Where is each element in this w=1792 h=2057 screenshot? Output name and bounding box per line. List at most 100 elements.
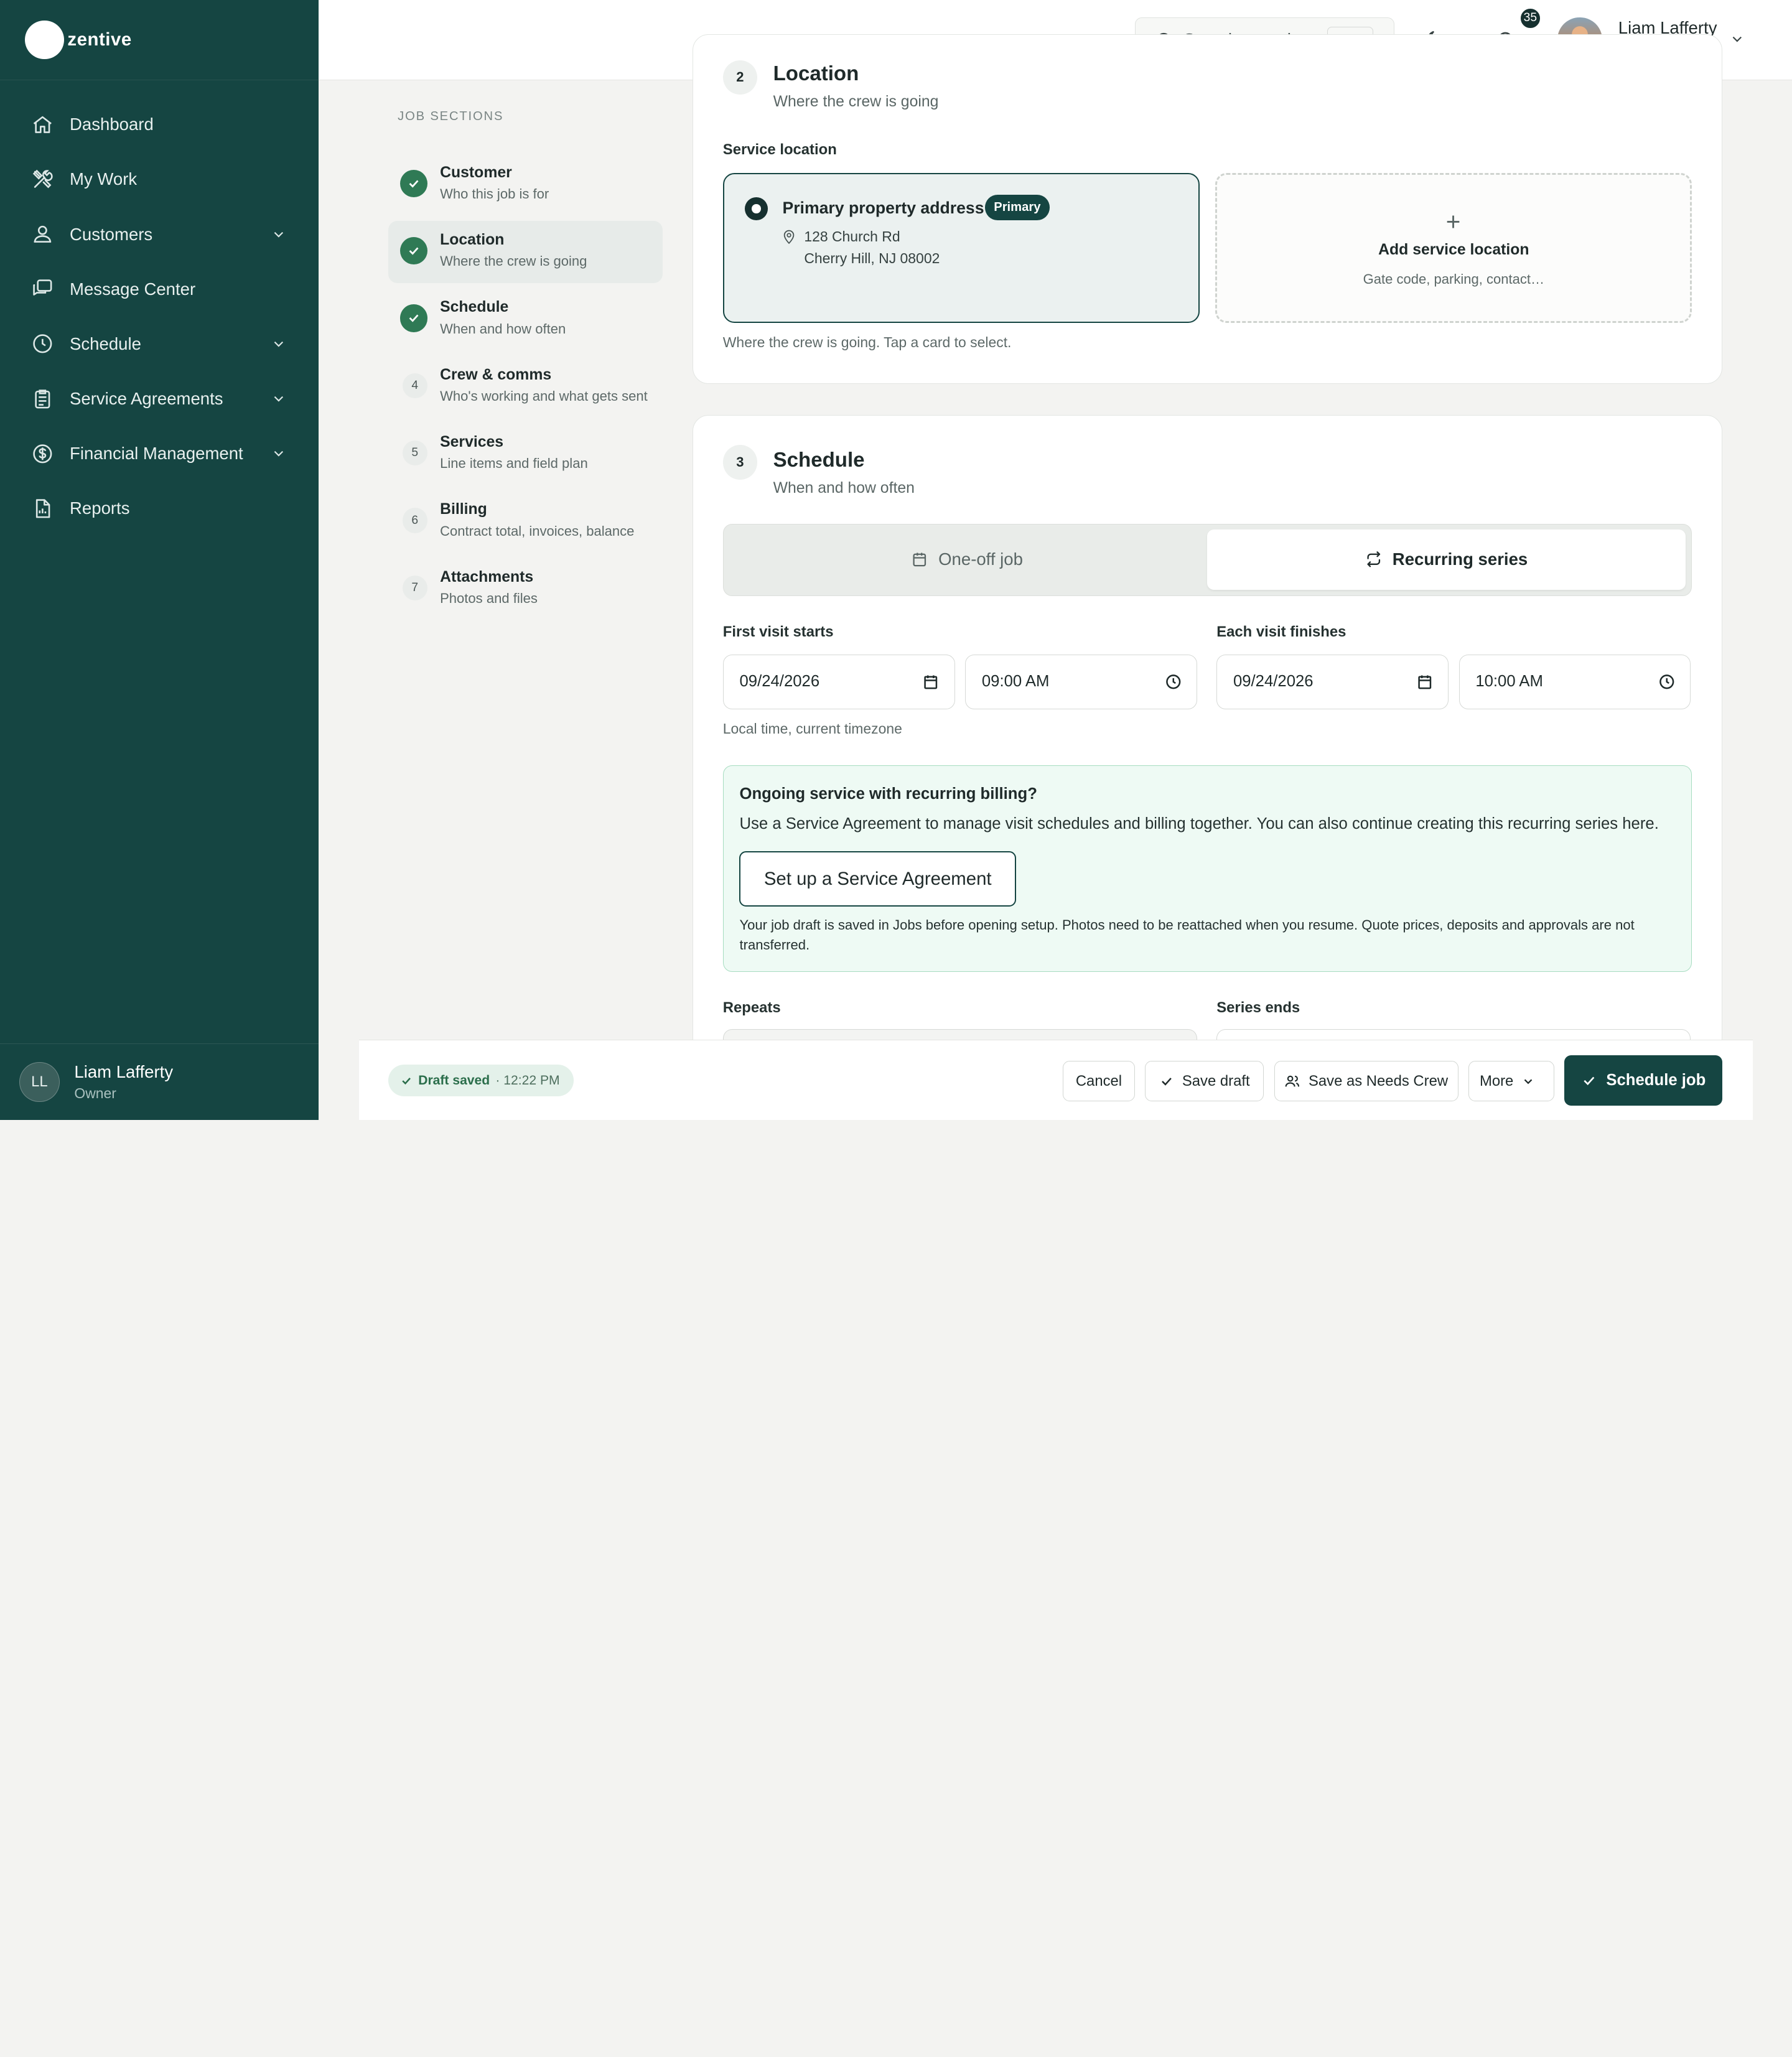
start-date-value: 09/24/2026 bbox=[739, 673, 820, 691]
step-number: 2 bbox=[722, 60, 757, 95]
cancel-button[interactable]: Cancel bbox=[1063, 1061, 1135, 1101]
first-visit-label: First visit starts bbox=[722, 623, 834, 640]
check-circle-icon bbox=[399, 237, 427, 265]
check-icon bbox=[1584, 1076, 1595, 1085]
draft-status-text: Draft saved bbox=[418, 1073, 490, 1088]
section-crew-comms[interactable]: 4 Crew & comms Who's working and what ge… bbox=[388, 356, 663, 417]
section-billing[interactable]: 6 Billing Contract total, invoices, bala… bbox=[388, 491, 663, 553]
tools-icon bbox=[30, 167, 55, 192]
schedule-subtitle: When and how often bbox=[773, 479, 915, 497]
brand-name: zentive bbox=[67, 29, 132, 50]
setup-service-agreement-button[interactable]: Set up a Service Agreement bbox=[739, 851, 1016, 907]
one-off-job-label: One-off job bbox=[938, 549, 1023, 569]
app-root: zentive Dashboard My Work Customers Mess… bbox=[0, 0, 1792, 1120]
check-icon bbox=[1162, 1077, 1172, 1086]
chevron-down-icon[interactable] bbox=[271, 391, 287, 407]
chevron-down-icon[interactable] bbox=[271, 226, 287, 243]
section-subtitle: Where the crew is going bbox=[440, 253, 587, 269]
sidebar-item-my-work[interactable]: My Work bbox=[0, 152, 319, 207]
radio-selected[interactable] bbox=[744, 197, 768, 220]
section-number: 5 bbox=[402, 440, 427, 466]
end-time-input[interactable]: 10:00 AM bbox=[1458, 654, 1691, 709]
primary-badge: Primary bbox=[984, 195, 1050, 220]
end-date-input[interactable]: 09/24/2026 bbox=[1216, 654, 1449, 709]
repeat-icon bbox=[1367, 551, 1380, 567]
section-schedule[interactable]: Schedule When and how often bbox=[388, 289, 663, 350]
draft-time: · 12:22 PM bbox=[495, 1073, 560, 1088]
avatar: LL bbox=[19, 1061, 60, 1103]
chevron-down-icon[interactable] bbox=[271, 336, 287, 352]
start-time-input[interactable]: 09:00 AM bbox=[965, 654, 1197, 709]
section-customer[interactable]: Customer Who this job is for bbox=[388, 154, 663, 215]
section-number: 6 bbox=[402, 508, 427, 533]
clock-icon[interactable] bbox=[1658, 673, 1676, 691]
check-icon bbox=[402, 1077, 411, 1084]
section-subtitle: Line items and field plan bbox=[440, 455, 588, 472]
sidebar-item-dashboard[interactable]: Dashboard bbox=[0, 97, 319, 152]
sidebar-item-message-center[interactable]: Message Center bbox=[0, 262, 319, 317]
schedule-title: Schedule bbox=[773, 448, 865, 472]
calendar-icon bbox=[913, 553, 926, 567]
calendar-icon[interactable] bbox=[922, 673, 940, 691]
schedule-job-button[interactable]: Schedule job bbox=[1564, 1055, 1722, 1106]
timezone-note: Local time, current timezone bbox=[722, 721, 902, 737]
sidebar-nav: Dashboard My Work Customers Message Cent… bbox=[0, 97, 319, 536]
sidebar-item-service-agreements[interactable]: Service Agreements bbox=[0, 371, 319, 426]
add-location-title: Add service location bbox=[1378, 241, 1529, 258]
callout-body: Use a Service Agreement to manage visit … bbox=[739, 814, 1659, 833]
schedule-card: 3 Schedule When and how often One-off jo… bbox=[693, 414, 1722, 1120]
section-location[interactable]: Location Where the crew is going bbox=[388, 221, 663, 283]
section-title: Attachments bbox=[440, 568, 534, 585]
primary-location-option[interactable]: Primary property address Primary 128 Chu… bbox=[722, 173, 1200, 323]
section-title: Schedule bbox=[440, 299, 509, 316]
more-button[interactable]: More bbox=[1468, 1061, 1554, 1101]
section-services[interactable]: 5 Services Line items and field plan bbox=[388, 423, 663, 485]
start-date-input[interactable]: 09/24/2026 bbox=[722, 654, 955, 709]
clock-icon bbox=[30, 332, 55, 357]
sidebar: zentive Dashboard My Work Customers Mess… bbox=[0, 0, 319, 1120]
add-service-location-button[interactable]: + Add service location Gate code, parkin… bbox=[1215, 173, 1692, 323]
plus-icon: + bbox=[1445, 207, 1461, 236]
section-title: Billing bbox=[440, 501, 487, 518]
sidebar-item-financial-management[interactable]: Financial Management bbox=[0, 426, 319, 481]
action-bar: Draft saved · 12:22 PM Cancel Save draft… bbox=[358, 1040, 1753, 1120]
brand-logo-icon bbox=[25, 20, 64, 59]
sidebar-item-customers[interactable]: Customers bbox=[0, 207, 319, 261]
repeats-label: Repeats bbox=[722, 999, 781, 1017]
report-icon bbox=[30, 496, 55, 521]
location-subtitle: Where the crew is going bbox=[773, 93, 939, 110]
clipboard-icon bbox=[30, 386, 55, 411]
step-number: 3 bbox=[722, 445, 757, 480]
end-time-value: 10:00 AM bbox=[1475, 673, 1543, 691]
save-needs-crew-button[interactable]: Save as Needs Crew bbox=[1274, 1061, 1458, 1101]
chevron-down-icon[interactable] bbox=[271, 445, 287, 462]
map-pin-icon bbox=[784, 230, 795, 244]
one-off-job-option[interactable]: One-off job bbox=[728, 529, 1206, 590]
section-subtitle: Who this job is for bbox=[440, 185, 549, 202]
sidebar-item-schedule[interactable]: Schedule bbox=[0, 317, 319, 371]
location-option-title: Primary property address bbox=[782, 198, 984, 217]
brand[interactable]: zentive bbox=[0, 0, 319, 80]
sidebar-item-label: Financial Management bbox=[70, 444, 243, 464]
chevron-down-icon[interactable] bbox=[1729, 31, 1745, 47]
sidebar-item-reports[interactable]: Reports bbox=[0, 481, 319, 536]
users-icon bbox=[30, 222, 55, 246]
sidebar-user[interactable]: LL Liam Lafferty Owner bbox=[0, 1043, 319, 1120]
sidebar-item-label: Reports bbox=[70, 498, 130, 518]
section-attachments[interactable]: 7 Attachments Photos and files bbox=[388, 558, 663, 620]
sidebar-item-label: Dashboard bbox=[70, 114, 154, 134]
save-draft-button[interactable]: Save draft bbox=[1145, 1061, 1264, 1101]
sidebar-item-label: Schedule bbox=[70, 334, 141, 353]
section-title: Customer bbox=[440, 164, 512, 181]
recurring-series-option[interactable]: Recurring series bbox=[1206, 529, 1686, 590]
sidebar-item-label: Customers bbox=[70, 224, 153, 244]
check-circle-icon bbox=[399, 169, 427, 197]
clock-icon[interactable] bbox=[1165, 673, 1182, 691]
section-title: Services bbox=[440, 433, 504, 450]
section-subtitle: Who's working and what gets sent bbox=[440, 388, 648, 404]
calendar-icon[interactable] bbox=[1416, 673, 1434, 691]
chat-icon bbox=[30, 276, 55, 301]
sidebar-user-names: Liam Lafferty Owner bbox=[74, 1062, 173, 1103]
notification-count-badge: 35 bbox=[1518, 7, 1542, 30]
schedule-mode-toggle: One-off job Recurring series bbox=[722, 524, 1692, 596]
